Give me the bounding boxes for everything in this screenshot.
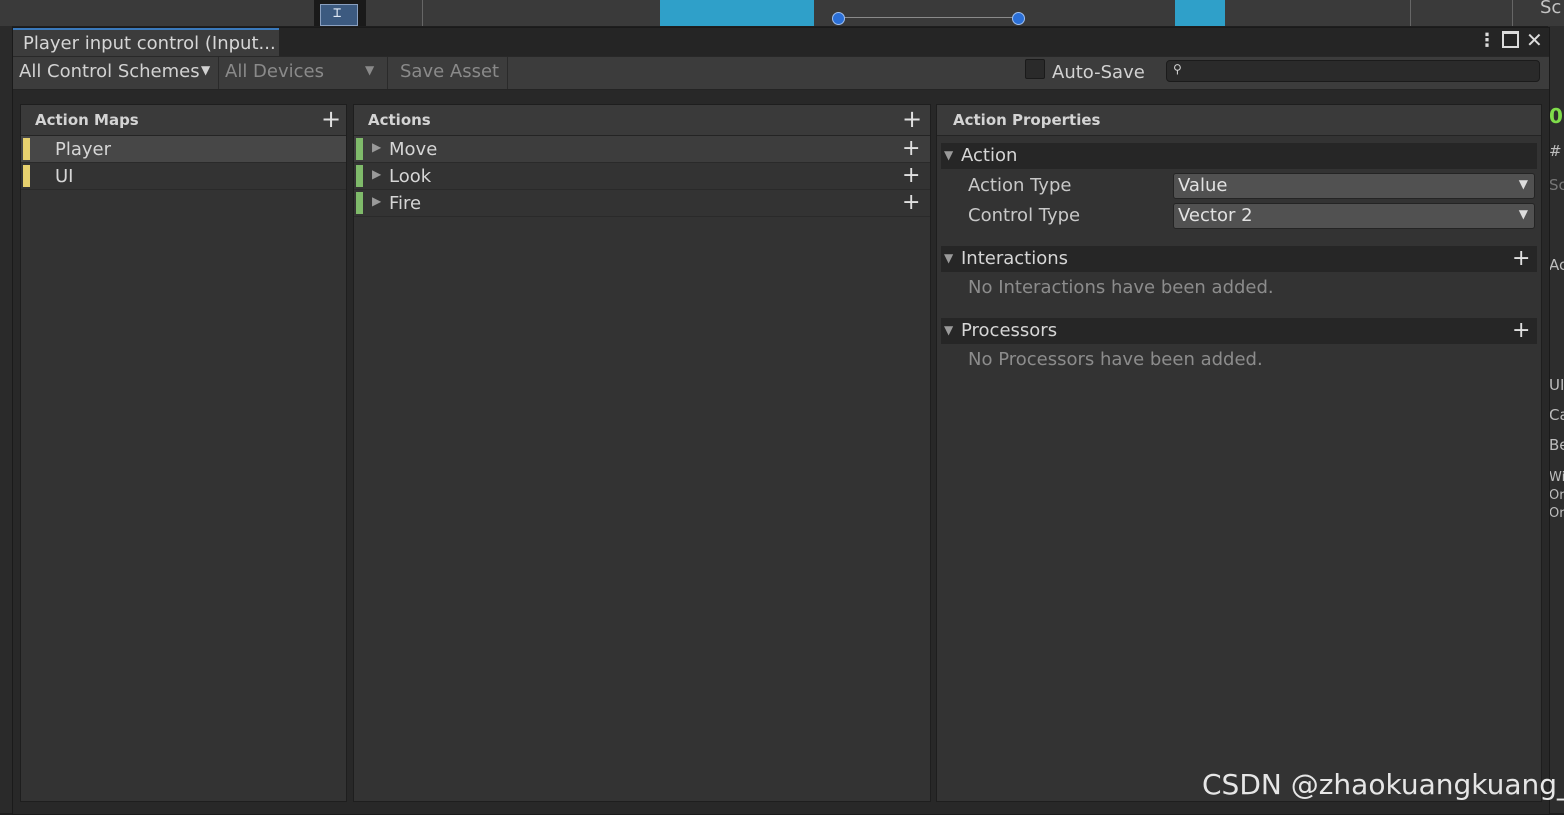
background-tool-icon: ⌶ — [314, 0, 366, 26]
toolbar-divider — [387, 57, 388, 89]
control-schemes-label: All Control Schemes — [19, 61, 200, 82]
action-maps-pane: Action Maps + Player UI — [20, 104, 347, 802]
save-asset-button[interactable]: Save Asset — [394, 57, 506, 89]
background-divider — [1410, 0, 1411, 26]
kebab-menu-icon[interactable]: ⋮ — [1478, 30, 1496, 51]
control-type-label: Control Type — [968, 205, 1081, 226]
control-schemes-dropdown[interactable]: All Control Schemes ▼ — [13, 57, 216, 89]
background-tile — [1175, 0, 1225, 26]
action-map-item[interactable]: UI — [21, 163, 346, 190]
background-slider-track — [838, 17, 1018, 18]
maximize-icon[interactable] — [1502, 31, 1519, 48]
interactions-empty-text: No Interactions have been added. — [968, 277, 1274, 298]
devices-label: All Devices — [225, 61, 324, 82]
processors-empty-text: No Processors have been added. — [968, 349, 1263, 370]
background-tile — [660, 0, 814, 26]
background-label: Sc — [1540, 0, 1562, 18]
add-interaction-icon[interactable]: + — [1512, 247, 1530, 271]
add-binding-icon[interactable]: + — [902, 191, 920, 215]
action-item[interactable]: ▶ Look + — [354, 163, 930, 190]
window-toolbar: All Control Schemes ▼ All Devices ▼ Save… — [13, 57, 1549, 90]
background-strip-text: UI — [1549, 376, 1564, 394]
collapse-triangle-icon[interactable]: ▼ — [944, 251, 953, 265]
add-action-icon[interactable]: + — [902, 107, 922, 131]
interactions-section-title: Interactions — [961, 248, 1069, 269]
interactions-section-header[interactable]: ▼ Interactions + — [941, 246, 1537, 272]
toolbar-divider — [507, 57, 508, 89]
control-type-value: Vector 2 — [1178, 205, 1253, 226]
background-slider-handle — [832, 12, 845, 25]
chevron-down-icon: ▼ — [201, 63, 211, 77]
actions-title: Actions — [368, 111, 431, 129]
action-color-bar — [356, 165, 363, 187]
background-strip-text: Be — [1549, 436, 1564, 454]
expand-triangle-icon[interactable]: ▶ — [372, 194, 381, 208]
save-asset-label: Save Asset — [400, 61, 500, 82]
action-type-value: Value — [1178, 175, 1228, 196]
background-divider — [422, 0, 423, 26]
action-label: Look — [389, 166, 432, 187]
background-strip-text: 0 — [1549, 104, 1563, 128]
background-left-strip — [0, 26, 12, 813]
action-properties-header: Action Properties — [937, 105, 1541, 136]
background-strip-text: Ca — [1549, 406, 1564, 424]
actions-header: Actions + — [354, 105, 930, 136]
add-action-map-icon[interactable]: + — [321, 107, 341, 131]
close-icon[interactable]: ✕ — [1526, 28, 1543, 52]
action-properties-title: Action Properties — [953, 111, 1101, 129]
search-icon: ⚲ — [1173, 62, 1182, 76]
action-map-color-bar — [23, 138, 30, 160]
auto-save-label: Auto-Save — [1052, 62, 1145, 83]
actions-pane: Actions + ▶ Move + ▶ Look + ▶ Fire + — [353, 104, 931, 802]
window-titlebar: Player input control (Input... ⋮ ✕ — [13, 28, 1549, 56]
background-strip-text: Wi — [1549, 470, 1564, 485]
background-strip-text: Sc — [1549, 176, 1564, 194]
add-binding-icon[interactable]: + — [902, 137, 920, 161]
action-label: Fire — [389, 193, 422, 214]
control-type-dropdown[interactable]: Vector 2 ▼ — [1173, 203, 1535, 229]
window-tab-title: Player input control (Input... — [23, 33, 276, 54]
action-map-label: Player — [55, 139, 112, 160]
chevron-down-icon: ▼ — [1518, 207, 1528, 221]
action-color-bar — [356, 192, 363, 214]
background-divider — [1512, 0, 1513, 26]
search-input[interactable]: ⚲ — [1166, 60, 1540, 82]
action-type-label: Action Type — [968, 175, 1072, 196]
action-map-item[interactable]: Player — [21, 136, 346, 163]
action-map-label: UI — [55, 166, 74, 187]
action-map-color-bar — [23, 165, 30, 187]
action-properties-pane: Action Properties ▼ Action Action Type V… — [936, 104, 1542, 802]
chevron-down-icon: ▼ — [365, 63, 375, 77]
chevron-down-icon: ▼ — [1518, 177, 1528, 191]
background-strip-text: # — [1549, 142, 1562, 160]
action-label: Move — [389, 139, 438, 160]
auto-save-checkbox[interactable] — [1025, 59, 1045, 79]
action-type-dropdown[interactable]: Value ▼ — [1173, 173, 1535, 199]
action-item[interactable]: ▶ Fire + — [354, 190, 930, 217]
collapse-triangle-icon[interactable]: ▼ — [944, 323, 953, 337]
action-item[interactable]: ▶ Move + — [354, 136, 930, 163]
devices-dropdown[interactable]: All Devices ▼ — [219, 57, 383, 89]
add-binding-icon[interactable]: + — [902, 164, 920, 188]
action-section-title: Action — [961, 145, 1018, 166]
action-maps-title: Action Maps — [35, 111, 139, 129]
background-right-strip: 0 # Sc Ac UI Ca Be Wi Or Or — [1548, 26, 1564, 813]
background-slider-handle — [1012, 12, 1025, 25]
background-strip-text: Ac — [1549, 256, 1564, 274]
input-actions-window: Player input control (Input... ⋮ ✕ All C… — [12, 27, 1550, 815]
watermark: CSDN @zhaokuangkuang_ — [1202, 768, 1564, 801]
expand-triangle-icon[interactable]: ▶ — [372, 167, 381, 181]
window-tab[interactable]: Player input control (Input... — [13, 28, 279, 56]
add-processor-icon[interactable]: + — [1512, 319, 1530, 343]
expand-triangle-icon[interactable]: ▶ — [372, 140, 381, 154]
action-section-header[interactable]: ▼ Action — [941, 143, 1537, 169]
action-maps-header: Action Maps + — [21, 105, 346, 136]
background-strip-text: Or — [1549, 506, 1564, 521]
collapse-triangle-icon[interactable]: ▼ — [944, 148, 953, 162]
processors-section-header[interactable]: ▼ Processors + — [941, 318, 1537, 344]
background-strip-text: Or — [1549, 488, 1564, 503]
action-color-bar — [356, 138, 363, 160]
processors-section-title: Processors — [961, 320, 1058, 341]
